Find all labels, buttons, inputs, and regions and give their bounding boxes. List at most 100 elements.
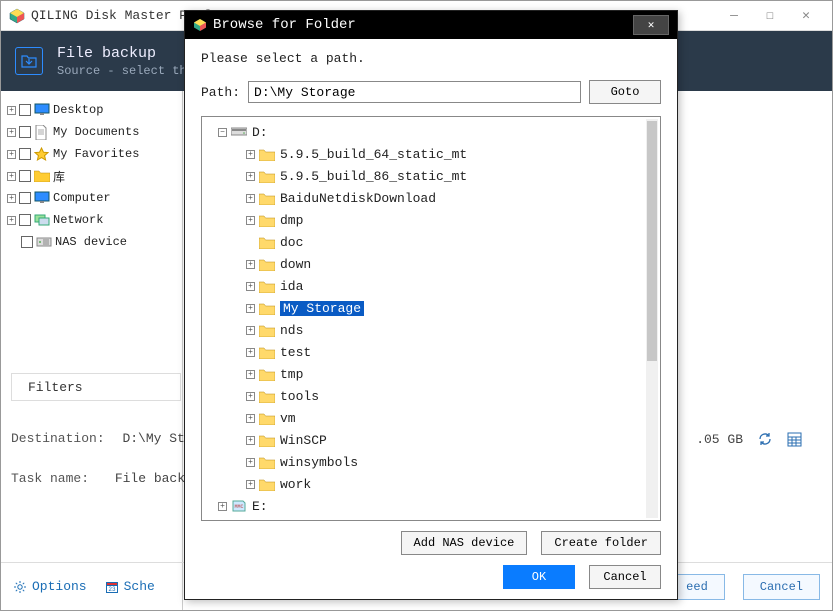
filters-button[interactable]: Filters	[11, 373, 181, 401]
folder-icon	[259, 368, 275, 381]
refresh-icon[interactable]	[757, 431, 773, 447]
checkbox[interactable]	[19, 104, 31, 116]
dialog-titlebar: Browse for Folder ✕	[185, 11, 677, 39]
expand-icon[interactable]: +	[246, 150, 255, 159]
expand-icon[interactable]: +	[246, 326, 255, 335]
folder-tree-item[interactable]: +test	[208, 341, 644, 363]
folder-tree-item[interactable]: +5.9.5_build_64_static_mt	[208, 143, 644, 165]
goto-button[interactable]: Goto	[589, 80, 661, 104]
expand-icon[interactable]: +	[246, 370, 255, 379]
expand-icon[interactable]: +	[246, 282, 255, 291]
folder-tree-item[interactable]: −D:	[208, 121, 644, 143]
source-tree-item[interactable]: +Computer	[7, 187, 176, 209]
folder-tree-item[interactable]: +nds	[208, 319, 644, 341]
tree-item-icon	[34, 191, 50, 205]
expand-icon[interactable]: +	[7, 150, 16, 159]
add-nas-button[interactable]: Add NAS device	[401, 531, 528, 555]
source-tree: +Desktop+My Documents+My Favorites+库+Com…	[1, 91, 183, 610]
folder-icon	[259, 412, 275, 425]
tree-item-icon	[34, 147, 50, 161]
expand-icon[interactable]: +	[246, 480, 255, 489]
expand-icon[interactable]: +	[7, 106, 16, 115]
options-button[interactable]: Options	[13, 579, 87, 594]
expand-icon[interactable]: +	[246, 304, 255, 313]
dialog-close-button[interactable]: ✕	[633, 15, 669, 35]
main-cancel-button[interactable]: Cancel	[743, 574, 820, 600]
dialog-logo-icon	[193, 18, 207, 32]
checkbox[interactable]	[19, 192, 31, 204]
folder-tree-item[interactable]: +winsymbols	[208, 451, 644, 473]
calculator-icon[interactable]	[787, 432, 802, 447]
folder-tree-item[interactable]: +vm	[208, 407, 644, 429]
folder-label: work	[280, 477, 311, 492]
folder-tree[interactable]: −D:+5.9.5_build_64_static_mt+5.9.5_build…	[201, 116, 661, 521]
expand-icon[interactable]: +	[246, 414, 255, 423]
schedule-button[interactable]: 23 Sche	[105, 579, 155, 594]
checkbox[interactable]	[19, 148, 31, 160]
folder-tree-item[interactable]: +MMCE:	[208, 495, 644, 516]
tree-scrollbar[interactable]	[646, 119, 658, 518]
expand-icon[interactable]: +	[7, 216, 16, 225]
folder-tree-item[interactable]: +tmp	[208, 363, 644, 385]
checkbox[interactable]	[21, 236, 33, 248]
folder-tree-item[interactable]: +dmp	[208, 209, 644, 231]
source-tree-item[interactable]: +Desktop	[7, 99, 176, 121]
folder-label: BaiduNetdiskDownload	[280, 191, 436, 206]
folder-tree-item[interactable]: + My Storage	[208, 297, 644, 319]
ok-button[interactable]: OK	[503, 565, 575, 589]
folder-label: doc	[280, 235, 303, 250]
folder-icon	[259, 258, 275, 271]
folder-label: E:	[252, 499, 268, 514]
folder-icon	[259, 236, 275, 249]
folder-label: My Storage	[280, 301, 364, 316]
tree-item-icon	[34, 169, 50, 183]
expand-icon[interactable]: +	[7, 194, 16, 203]
svg-text:23: 23	[108, 586, 116, 593]
expand-icon[interactable]: +	[7, 128, 16, 137]
source-tree-item[interactable]: +My Documents	[7, 121, 176, 143]
folder-label: ida	[280, 279, 303, 294]
checkbox[interactable]	[19, 170, 31, 182]
folder-tree-item[interactable]: +5.9.5_build_86_static_mt	[208, 165, 644, 187]
checkbox[interactable]	[19, 214, 31, 226]
dialog-cancel-button[interactable]: Cancel	[589, 565, 661, 589]
minimize-button[interactable]: —	[716, 4, 752, 28]
folder-icon	[259, 324, 275, 337]
expand-icon[interactable]: +	[246, 260, 255, 269]
source-tree-item[interactable]: +Network	[7, 209, 176, 231]
folder-tree-item[interactable]: + BaiduNetdiskDownload	[208, 187, 644, 209]
create-folder-button[interactable]: Create folder	[541, 531, 661, 555]
source-tree-item[interactable]: +My Favorites	[7, 143, 176, 165]
browse-folder-dialog: Browse for Folder ✕ Please select a path…	[184, 10, 678, 600]
path-input[interactable]	[248, 81, 581, 103]
folder-icon	[259, 148, 275, 161]
folder-tree-item[interactable]: doc	[208, 231, 644, 253]
folder-tree-item[interactable]: +WinSCP	[208, 429, 644, 451]
folder-label: 5.9.5_build_64_static_mt	[280, 147, 467, 162]
folder-icon	[259, 478, 275, 491]
folder-icon	[259, 390, 275, 403]
expand-icon[interactable]: +	[246, 216, 255, 225]
checkbox[interactable]	[19, 126, 31, 138]
folder-tree-item[interactable]: + work	[208, 473, 644, 495]
expand-icon[interactable]: +	[246, 392, 255, 401]
expand-icon[interactable]: +	[246, 194, 255, 203]
scrollbar-thumb[interactable]	[647, 121, 657, 361]
maximize-button[interactable]: ☐	[752, 4, 788, 28]
folder-tree-item[interactable]: + ida	[208, 275, 644, 297]
source-tree-item[interactable]: NAS device	[7, 231, 176, 253]
expand-icon[interactable]: +	[218, 502, 227, 511]
expand-icon[interactable]: +	[7, 172, 16, 181]
expand-icon[interactable]: +	[246, 348, 255, 357]
close-button[interactable]: ✕	[788, 4, 824, 28]
expand-icon[interactable]: +	[246, 436, 255, 445]
collapse-icon[interactable]: −	[218, 128, 227, 137]
folder-tree-item[interactable]: +tools	[208, 385, 644, 407]
file-backup-icon	[15, 47, 43, 75]
expand-icon[interactable]: +	[246, 458, 255, 467]
destination-row: Destination: D:\My Stora	[11, 431, 208, 446]
expand-icon[interactable]: +	[246, 172, 255, 181]
dialog-title: Browse for Folder	[213, 17, 356, 33]
folder-tree-item[interactable]: +down	[208, 253, 644, 275]
source-tree-item[interactable]: +库	[7, 165, 176, 187]
